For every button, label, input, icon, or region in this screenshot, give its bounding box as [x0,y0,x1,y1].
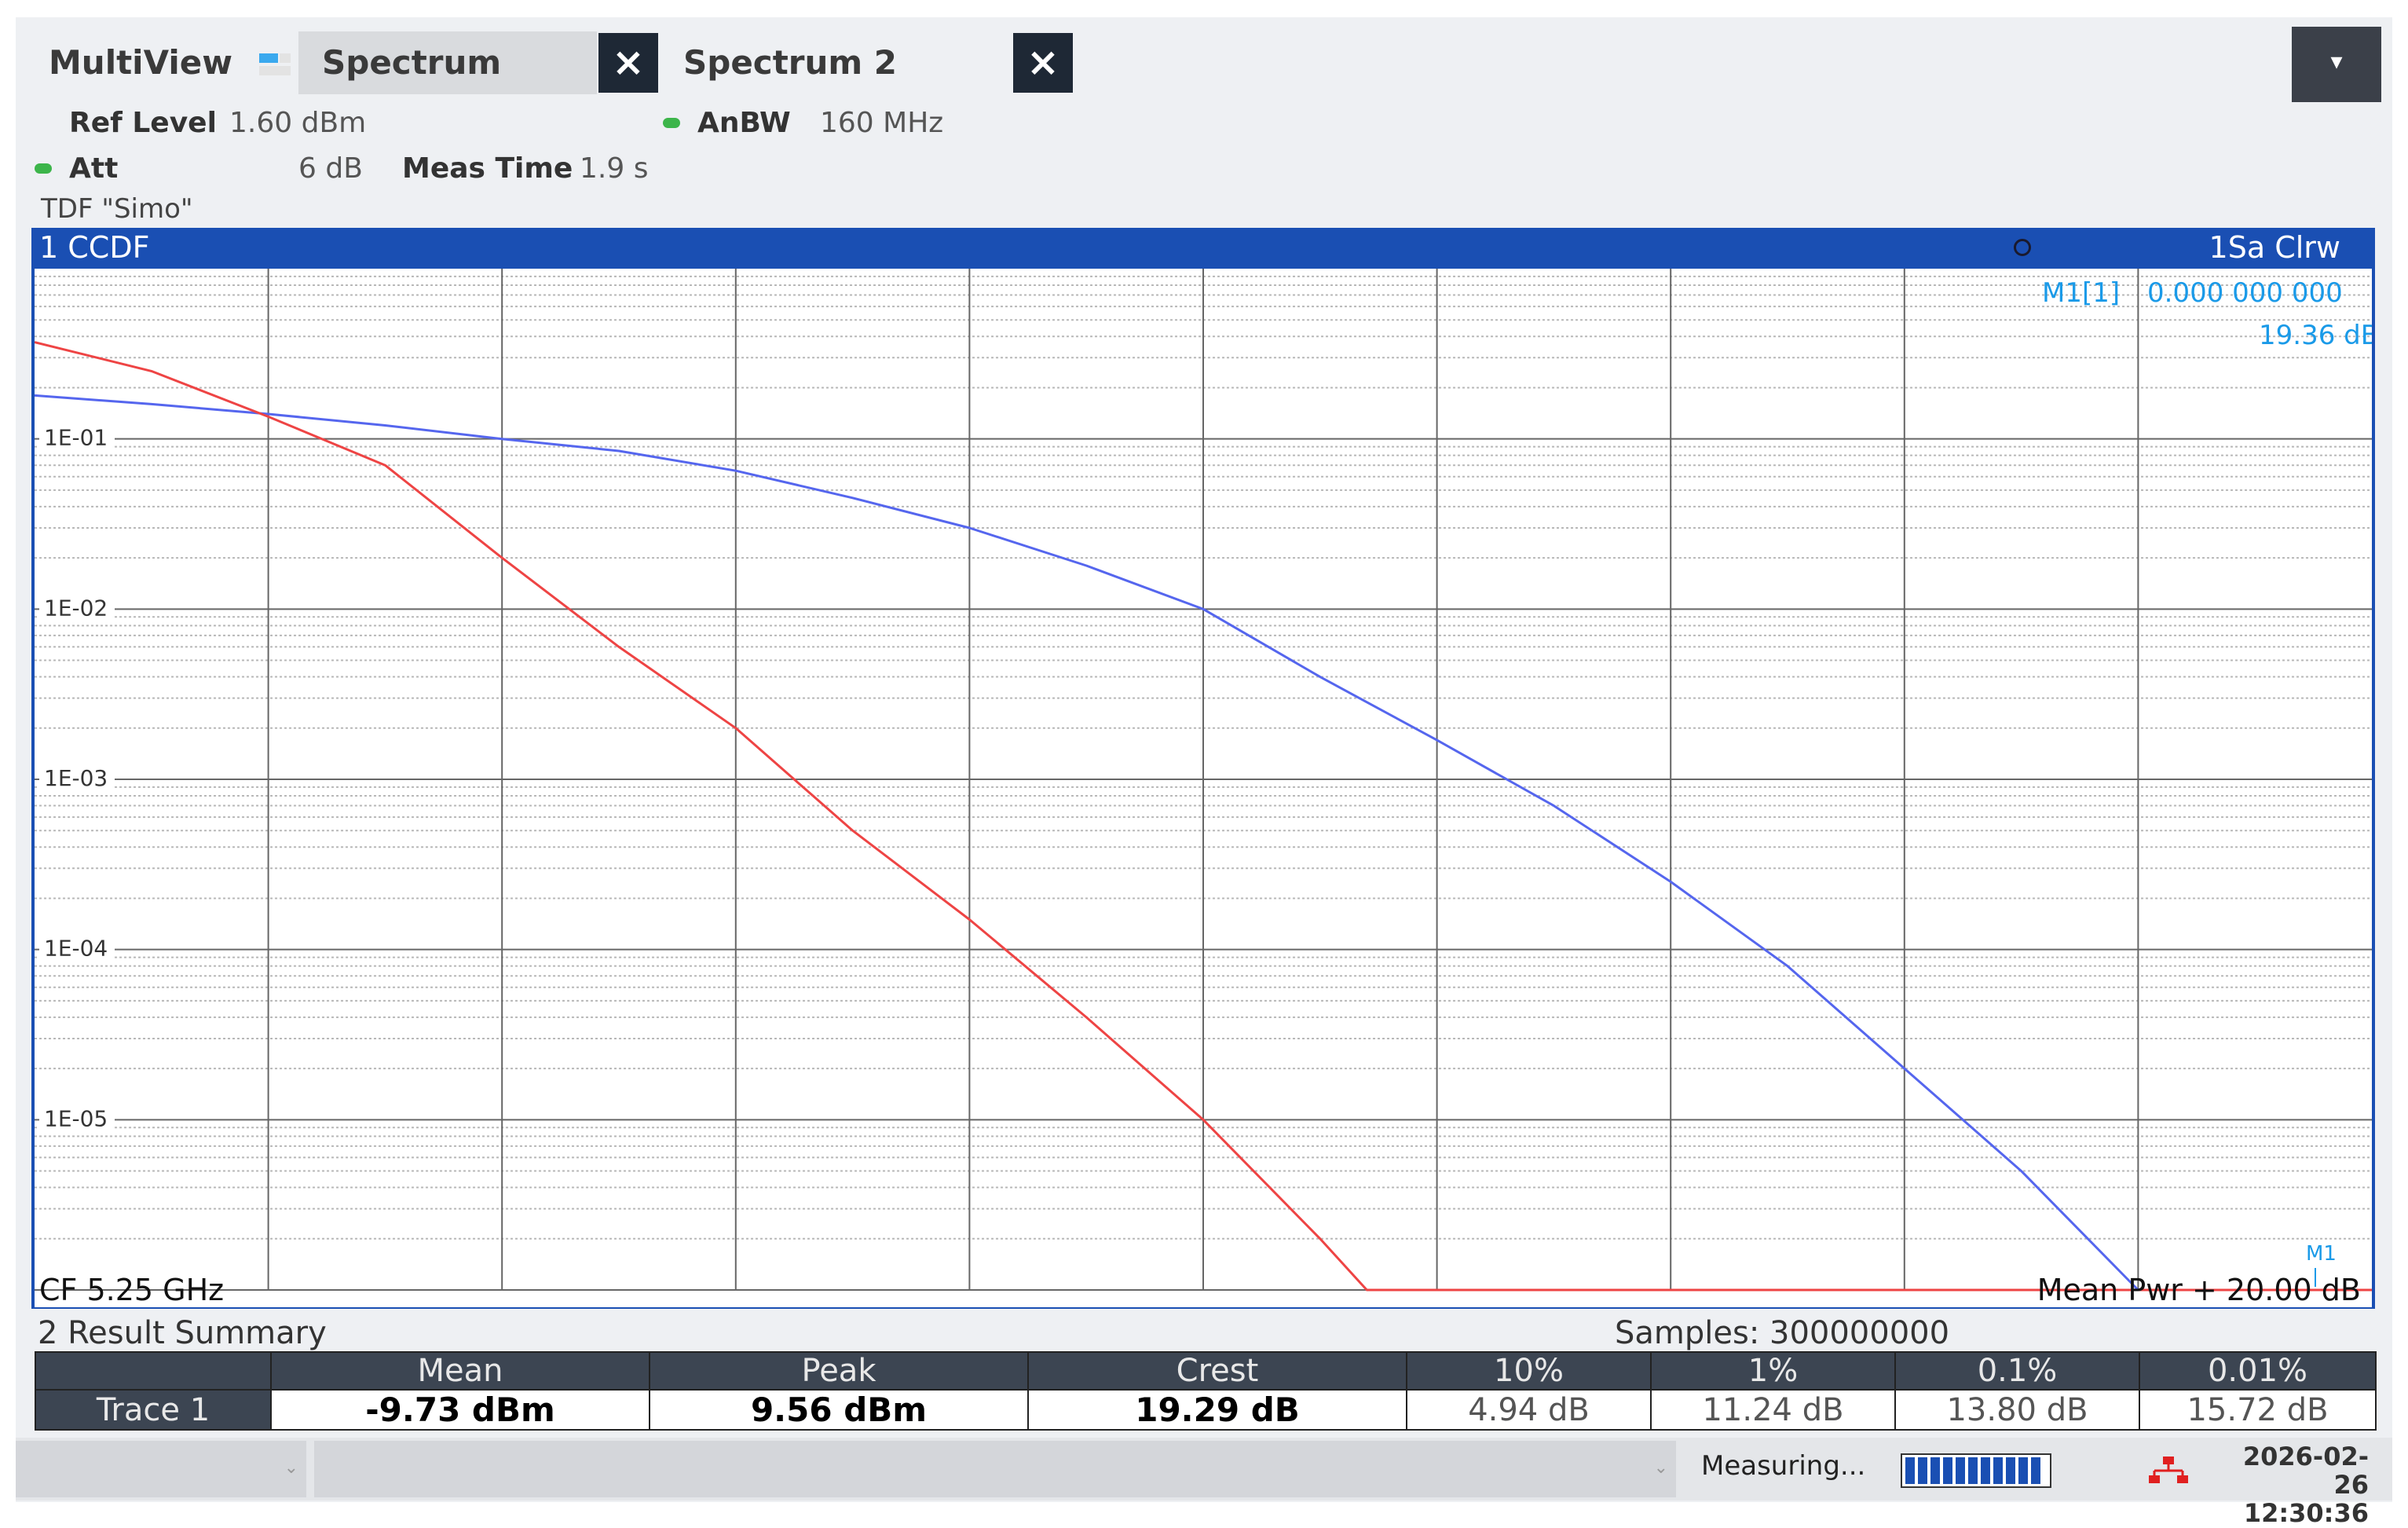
marker-value-1: 0.000 000 000 [2147,277,2343,309]
chevron-down-icon: ⌄ [1653,1458,1668,1478]
anbw-status-dot-icon [663,118,680,128]
diagram-title: 1 CCDF [39,230,150,265]
analyzer-app: MultiView Spectrum × Spectrum 2 × ▾ Ref … [16,17,2392,1527]
multiview-icon [259,53,291,75]
marker-value-2: 19.36 dB [2259,320,2372,351]
date-text: 2026-02-26 [2242,1442,2369,1500]
y-tick-label: 1E-05 [44,1105,108,1131]
table-header: 10% [1406,1351,1652,1391]
row-label-trace-1: Trace 1 [35,1389,272,1431]
marker-flag-m1[interactable]: M1 [2306,1242,2337,1266]
meas-time-value[interactable]: 1.9 s [580,152,648,185]
result-summary-title: 2 Result Summary [38,1315,327,1351]
y-tick-labels: 1E-01 1E-02 1E-03 1E-04 1E-05 [39,424,115,1131]
y-tick-label: 1E-01 [44,425,108,451]
result-summary-table: Mean Peak Crest 10% 1% 0.1% 0.01% Trace … [35,1351,2377,1431]
att-status-dot-icon [35,163,52,174]
anbw-value[interactable]: 160 MHz [820,107,943,139]
close-spectrum-tab-icon[interactable]: × [598,33,658,93]
network-icon[interactable] [2149,1457,2188,1485]
att-value[interactable]: 6 dB [298,152,363,185]
ccdf-chart: 1E-01 1E-02 1E-03 1E-04 1E-05 M1[1] 0.000 00… [35,269,2372,1292]
y-tick-label: 1E-04 [44,936,108,962]
crest-value: 19.29 dB [1027,1389,1407,1431]
status-dropdown-2[interactable]: ⌄ [314,1441,1676,1497]
tab-spectrum-2[interactable]: Spectrum 2 [683,31,897,94]
mean-value: -9.73 dBm [270,1389,650,1431]
table-header: 1% [1650,1351,1896,1391]
table-header-row: Mean Peak Crest 10% 1% 0.1% 0.01% [35,1351,2377,1391]
diagram-header[interactable]: 1 CCDF 1Sa Clrw [31,228,2375,267]
percentile-0-01-value: 15.72 dB [2139,1389,2377,1431]
meas-time-label: Meas Time [402,152,573,185]
table-header: Peak [649,1351,1029,1391]
table-header: 0.1% [1894,1351,2140,1391]
ref-level-value[interactable]: 1.60 dBm [229,107,366,139]
progress-segments [1905,1457,2040,1484]
chevron-down-icon: ⌄ [284,1458,298,1478]
anbw-label: AnBW [697,107,791,139]
tab-spectrum[interactable]: Spectrum [298,31,597,94]
ccdf-plot[interactable]: 1E-01 1E-02 1E-03 1E-04 1E-05 M1[1] 0.000 00… [35,269,2372,1307]
date-time: 2026-02-26 12:30:36 [2215,1442,2369,1527]
ccdf-plot-frame: 1E-01 1E-02 1E-03 1E-04 1E-05 M1[1] 0.000 00… [31,267,2375,1309]
y-tick-label: 1E-03 [44,765,108,791]
status-bar: ⌄ ⌄ Measuring... 2026-02-26 12:30:36 [16,1438,2392,1527]
progress-bar [1901,1453,2051,1488]
ref-level-label: Ref Level [69,107,217,139]
table-header: 0.01% [2139,1351,2377,1391]
trace-circle-icon [2014,239,2031,256]
tab-multiview[interactable]: MultiView [49,31,232,94]
center-frequency-label: CF 5.25 GHz [39,1273,225,1307]
percentile-1-value: 11.24 dB [1650,1389,1896,1431]
menu-dropdown-icon[interactable]: ▾ [2292,27,2381,102]
percentile-0-1-value: 13.80 dB [1894,1389,2140,1431]
marker-name[interactable]: M1[1] [2042,277,2120,309]
table-header: Mean [270,1351,650,1391]
table-row[interactable]: Trace 1 -9.73 dBm 9.56 dBm 19.29 dB 4.94… [35,1389,2377,1431]
samples-count: Samples: 300000000 [1615,1315,1950,1351]
tdf-label: TDF "Simo" [41,193,193,225]
att-label: Att [69,152,119,185]
peak-value: 9.56 dBm [649,1389,1029,1431]
table-header: Crest [1027,1351,1407,1391]
percentile-10-value: 4.94 dB [1406,1389,1652,1431]
time-text: 12:30:36 [2243,1498,2369,1528]
table-header [35,1351,272,1391]
trace-info[interactable]: 1Sa Clrw [2209,228,2340,267]
mean-power-label: Mean Pwr + 20.00 dB [2037,1273,2361,1307]
close-spectrum-2-tab-icon[interactable]: × [1013,33,1073,93]
status-dropdown-1[interactable]: ⌄ [16,1441,306,1497]
y-tick-label: 1E-02 [44,595,108,621]
measuring-status: Measuring... [1701,1450,1866,1482]
